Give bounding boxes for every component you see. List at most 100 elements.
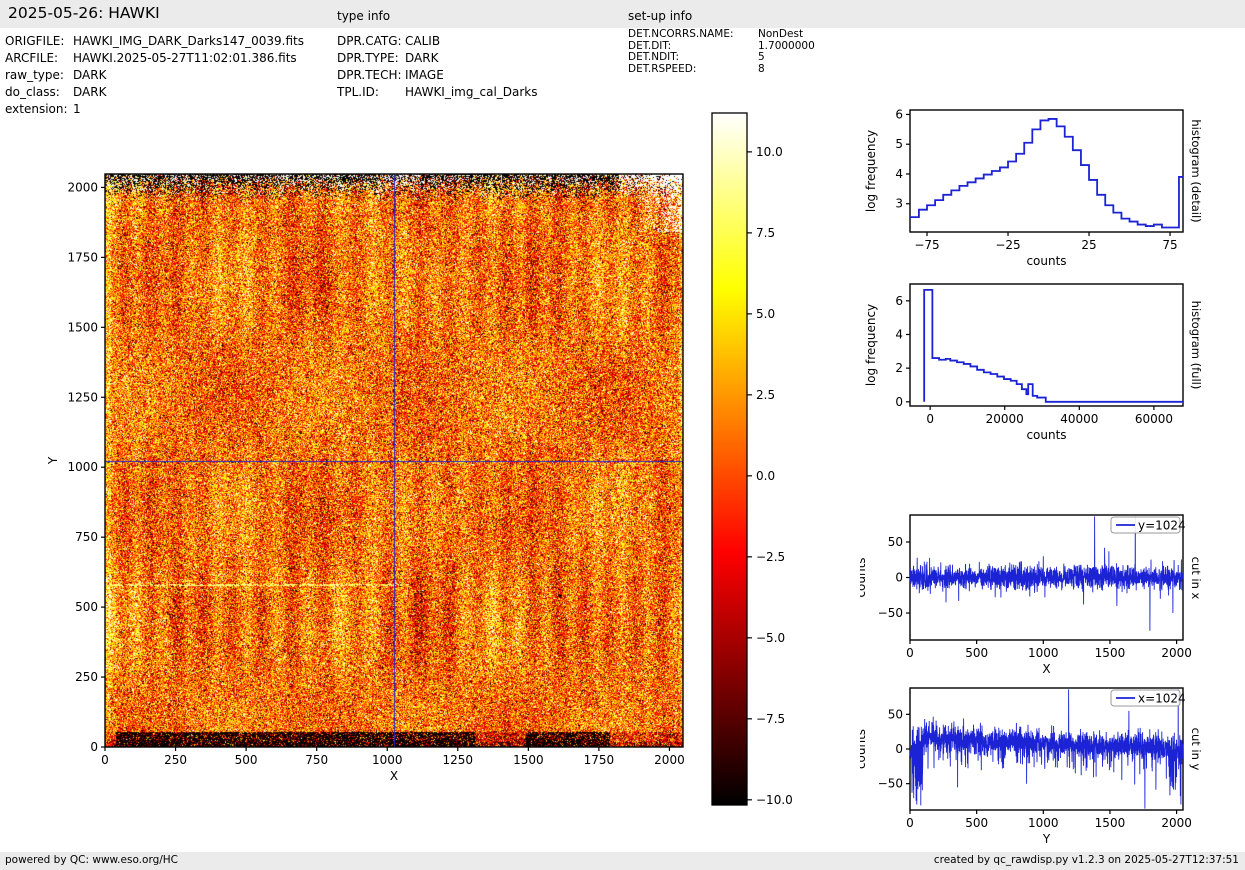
type-info-heading: type info: [337, 9, 391, 23]
file-info-value: DARK: [73, 85, 107, 99]
type-info-row: TPL.ID: HAWKI_img_cal_Darks: [337, 84, 538, 101]
colorbar-tick-label: −7.5: [756, 712, 785, 726]
x-tick-label: 2000: [1161, 646, 1192, 660]
setup-info-row: DET.NDIT: 5: [628, 51, 815, 64]
type-info-value: DARK: [405, 51, 439, 65]
colorbar-tick-label: −5.0: [756, 631, 785, 645]
y-tick-label: 1500: [67, 320, 98, 334]
x-tick-label: 500: [235, 753, 258, 767]
file-info-value: HAWKI.2025-05-27T11:02:01.386.fits: [73, 51, 297, 65]
y-tick-label: 6: [895, 107, 903, 121]
dark-frame-image-plot: 0 250 500 750 1000 1250 1500 1750 2000 0 250 500 750…: [40, 150, 730, 840]
y-axis-label: Y: [46, 456, 60, 465]
x-axis-label: Y: [1042, 832, 1051, 846]
colorbar-frame: [711, 112, 748, 806]
file-info-list: ORIGFILE: HAWKI_IMG_DARK_Darks147_0039.fi…: [5, 33, 304, 118]
x-axis-label: counts: [1026, 254, 1066, 268]
y-tick-label: 1750: [67, 250, 98, 264]
x-tick-label: 25: [1081, 238, 1096, 252]
setup-info-list: DET.NCORRS.NAME: NonDest DET.DIT: 1.7000000…: [628, 28, 815, 76]
histogram-curve: [910, 118, 1183, 229]
y-tick-label: 0: [895, 395, 903, 409]
axes-frame: [909, 283, 1184, 407]
file-info-row: extension: 1: [5, 101, 304, 118]
x-tick-label: 1750: [584, 753, 615, 767]
type-info-value: IMAGE: [405, 68, 444, 82]
x-axis-label: counts: [1026, 428, 1066, 442]
y-tick-label: −50: [878, 606, 903, 620]
colorbar-tick-label: 0.0: [756, 469, 775, 483]
x-tick-label: 60000: [1135, 412, 1173, 426]
setup-info-value: NonDest: [758, 28, 804, 40]
type-info-row: DPR.TYPE: DARK: [337, 50, 538, 67]
cut-in-x-plot: 0 500 1000 1500 2000 −50 0 50 Xcounts y=1024: [860, 514, 1192, 676]
x-axis-label: X: [390, 769, 398, 783]
x-tick-label: 1500: [1095, 816, 1126, 830]
y-tick-label: 500: [75, 600, 98, 614]
histogram-detail-plot: −75 −25 25 75 3 4 5 6 counts log frequency: [864, 107, 1184, 268]
y-tick-label: 750: [75, 530, 98, 544]
qc-report-page: 2025-05-26: HAWKI type info set-up info …: [0, 0, 1245, 870]
file-info-row: do_class: DARK: [5, 84, 304, 101]
file-info-row: ORIGFILE: HAWKI_IMG_DARK_Darks147_0039.fi…: [5, 33, 304, 50]
x-tick-label: 75: [1162, 238, 1177, 252]
file-info-row: raw_type: DARK: [5, 67, 304, 84]
type-info-label: DPR.CATG:: [337, 34, 402, 48]
x-tick-label: 0: [906, 646, 914, 660]
x-tick-label: 250: [164, 753, 187, 767]
footer-bar: powered by QC: www.eso.org/HC created by…: [0, 852, 1245, 870]
x-tick-label: 1000: [1028, 816, 1059, 830]
y-tick-label: 1250: [67, 390, 98, 404]
type-info-value: HAWKI_img_cal_Darks: [405, 85, 538, 99]
footer-right-text: created by qc_rawdisp.py v1.2.3 on 2025-…: [933, 854, 1239, 866]
x-tick-label: 1000: [372, 753, 403, 767]
setup-info-value: 8: [758, 62, 765, 75]
x-tick-label: 500: [965, 646, 988, 660]
y-tick-label: 4: [895, 167, 903, 181]
y-tick-label: 0: [895, 571, 903, 585]
y-tick-label: 50: [888, 535, 903, 549]
type-info-label: DPR.TYPE:: [337, 51, 399, 65]
y-axis-label: log frequency: [864, 304, 878, 386]
y-tick-label: 4: [895, 327, 903, 341]
y-tick-label: 0: [895, 742, 903, 756]
x-tick-label: 1000: [1028, 646, 1059, 660]
histogram-detail-caption: histogram (detail): [1189, 119, 1203, 223]
y-tick-label: 1000: [67, 460, 98, 474]
file-info-value: 1: [73, 102, 81, 116]
x-tick-label: 2000: [1161, 816, 1192, 830]
x-tick-label: 1500: [1095, 646, 1126, 660]
header-bar: 2025-05-26: HAWKI type info set-up info: [0, 0, 1245, 28]
cut-in-y-plot: 0 500 1000 1500 2000 −50 0 50 Ycounts x=1024: [860, 687, 1192, 846]
type-info-row: DPR.TECH: IMAGE: [337, 67, 538, 84]
y-tick-label: −50: [878, 777, 903, 791]
type-info-label: DPR.TECH:: [337, 68, 402, 82]
file-info-value: HAWKI_IMG_DARK_Darks147_0039.fits: [73, 34, 304, 48]
x-tick-label: 750: [305, 753, 328, 767]
histogram-curve: [923, 288, 1183, 403]
x-tick-label: 1500: [513, 753, 544, 767]
setup-info-row: DET.NCORRS.NAME: NonDest: [628, 28, 815, 41]
type-info-value: CALIB: [405, 34, 441, 48]
x-axis-label: X: [1042, 662, 1050, 676]
histogram-full-plot: 0 20000 40000 60000 0 2 4 6 counts log frequency: [864, 283, 1184, 442]
y-tick-label: 3: [895, 197, 903, 211]
y-tick-label: 2: [895, 361, 903, 375]
colorbar-tick-label: 7.5: [756, 226, 775, 240]
signal-line: [909, 689, 1184, 809]
y-axis-label: counts: [860, 729, 868, 769]
file-info-label: ARCFILE:: [5, 51, 59, 65]
x-tick-label: 2000: [654, 753, 685, 767]
histogram-full-caption: histogram (full): [1189, 300, 1203, 390]
file-info-row: ARCFILE: HAWKI.2025-05-27T11:02:01.386.fi…: [5, 50, 304, 67]
colorbar-tick-label: 2.5: [756, 388, 775, 402]
x-tick-label: 20000: [986, 412, 1024, 426]
cut-in-x-caption: cut in x: [1189, 556, 1203, 600]
type-info-list: DPR.CATG: CALIB DPR.TYPE: DARK DPR.TECH: IMAG…: [337, 33, 538, 101]
x-tick-label: −25: [995, 238, 1020, 252]
setup-info-row: DET.RSPEED: 8: [628, 62, 815, 76]
colorbar-tick-label: 5.0: [756, 307, 775, 321]
colorbar: 10.0 7.5 5.0 2.5 0.0 −2.5 −5.0 −7.5 −10.0: [705, 105, 835, 830]
setup-info-label: DET.NDIT:: [628, 51, 680, 63]
x-tick-label: 0: [906, 816, 914, 830]
